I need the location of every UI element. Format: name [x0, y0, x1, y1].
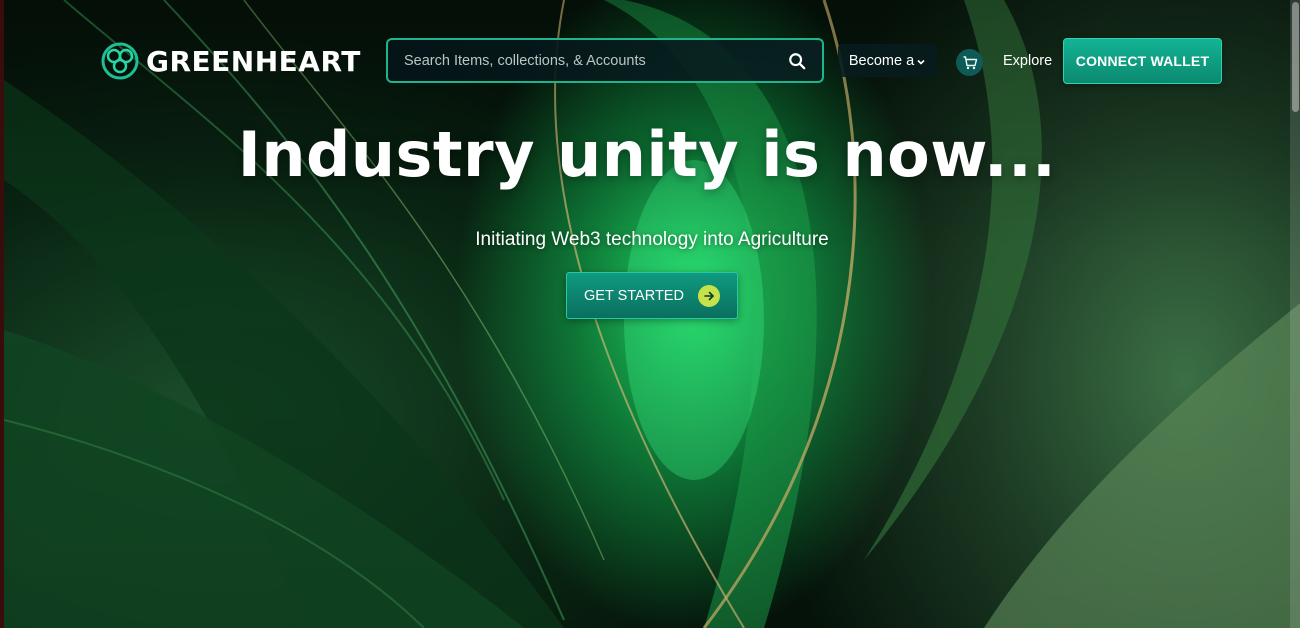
arrow-right-icon — [697, 284, 720, 307]
hero-headline: Industry unity is now... — [237, 118, 1057, 191]
connect-wallet-label: CONNECT WALLET — [1075, 53, 1210, 69]
search-input[interactable] — [404, 52, 788, 69]
search-bar — [386, 38, 824, 83]
scrollbar-thumb[interactable] — [1292, 2, 1299, 112]
explore-link[interactable]: Explore — [1003, 53, 1052, 69]
get-started-label: GET STARTED — [584, 287, 684, 304]
cart-button[interactable] — [956, 49, 983, 76]
hero-subheadline: Initiating Web3 technology into Agricult… — [475, 229, 829, 250]
chevron-down-icon — [917, 59, 925, 65]
page-scrollbar[interactable] — [1290, 0, 1300, 628]
become-label: Become a — [848, 52, 915, 69]
brand-logo[interactable]: GREENHEART — [100, 40, 361, 82]
connect-wallet-button[interactable]: CONNECT WALLET — [1063, 38, 1222, 84]
celtic-knot-icon — [101, 42, 139, 80]
get-started-button[interactable]: GET STARTED — [566, 272, 738, 319]
search-icon[interactable] — [788, 52, 806, 70]
brand-name: GREENHEART — [146, 44, 361, 78]
become-dropdown[interactable]: Become a — [838, 44, 937, 77]
cart-icon — [963, 55, 977, 69]
page: GREENHEART Become a Explore CONNECT WALL… — [0, 0, 1300, 628]
